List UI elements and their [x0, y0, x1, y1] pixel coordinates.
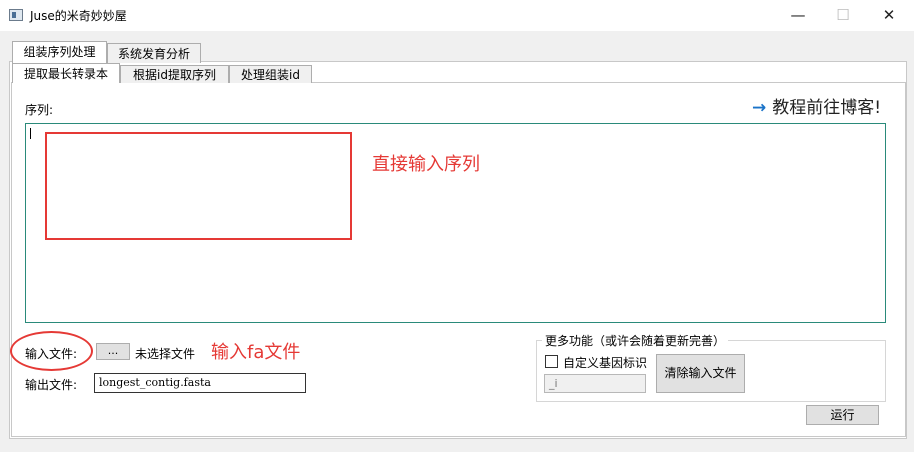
tab-extract-by-id[interactable]: 根据id提取序列	[120, 65, 229, 83]
blog-link-text: 教程前往博客!	[772, 98, 882, 118]
output-file-input[interactable]: longest_contig.fasta	[94, 373, 306, 393]
tab-phylogeny-analysis[interactable]: 系统发育分析	[107, 43, 201, 63]
sequence-label: 序列:	[25, 103, 54, 117]
more-features-title: 更多功能（或许会随着更新完善）	[542, 332, 729, 349]
window-title: Juse的米奇妙妙屋	[30, 9, 127, 23]
minimize-button[interactable]: —	[775, 0, 821, 31]
maximize-button[interactable]: ☐	[820, 0, 866, 31]
annotation-sequence-hint: 直接输入序列	[372, 154, 480, 175]
tab-process-assembly-id[interactable]: 处理组装id	[229, 65, 312, 83]
browse-button[interactable]: ...	[96, 343, 130, 360]
arrow-right-icon: →	[752, 98, 767, 118]
annotation-box-sequence	[45, 132, 352, 240]
app-icon	[9, 9, 23, 21]
custom-gene-id-label[interactable]: 自定义基因标识	[563, 354, 647, 371]
tab-assembly-processing[interactable]: 组装序列处理	[12, 41, 107, 63]
annotation-fa-hint: 输入fa文件	[211, 342, 301, 363]
text-cursor	[30, 128, 31, 139]
input-file-label: 输入文件:	[25, 347, 78, 361]
custom-gene-id-checkbox[interactable]	[545, 355, 558, 368]
clear-input-file-button[interactable]: 清除输入文件	[656, 354, 745, 393]
blog-link[interactable]: → 教程前往博客!	[752, 93, 881, 118]
close-button[interactable]: ✕	[866, 0, 912, 31]
input-file-status: 未选择文件	[135, 347, 196, 361]
run-button[interactable]: 运行	[806, 405, 879, 425]
gene-id-input[interactable]: _i	[544, 374, 646, 393]
output-file-label: 输出文件:	[25, 378, 78, 392]
tab-extract-longest-transcript[interactable]: 提取最长转录本	[12, 63, 120, 83]
